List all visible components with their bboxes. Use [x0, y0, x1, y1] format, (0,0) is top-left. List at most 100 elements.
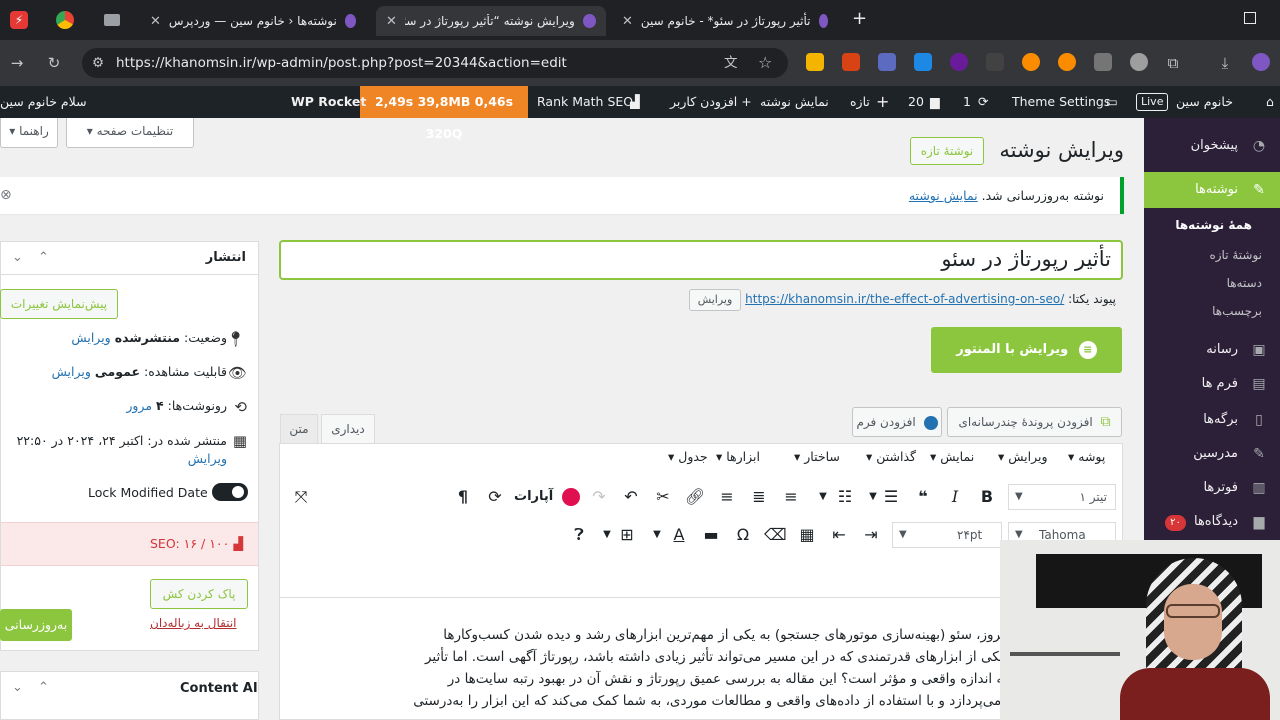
special-character-icon[interactable]: Ω: [732, 524, 754, 546]
extension-icon[interactable]: [878, 53, 896, 71]
sidebar-subitem-tags[interactable]: برچسب‌ها: [1144, 304, 1280, 318]
indent-icon[interactable]: ⇥: [860, 524, 882, 546]
sidebar-item-posts[interactable]: ✎ نوشته‌ها: [1144, 172, 1280, 208]
chevron-down-icon[interactable]: ▼: [862, 486, 884, 508]
post-title-input[interactable]: تأثیر رپورتاژ در سئو: [279, 240, 1123, 280]
forward-icon[interactable]: →: [8, 54, 26, 72]
tab-text[interactable]: متن: [280, 414, 318, 443]
content-ai-title[interactable]: Content AI: [180, 681, 258, 696]
dismiss-notice-icon[interactable]: ⊗: [0, 177, 12, 214]
add-form-button[interactable]: افزودن فرم: [852, 407, 942, 437]
redo-icon[interactable]: ↷: [588, 486, 610, 508]
profile-avatar[interactable]: [1252, 53, 1270, 71]
outdent-icon[interactable]: ⇤: [828, 524, 850, 546]
sidebar-subitem-categories[interactable]: دسته‌ها: [1144, 276, 1280, 290]
status-edit-link[interactable]: ویرایش: [71, 330, 110, 345]
editor-content[interactable]: امروز، سئو (بهینه‌سازی موتورهای جستجو) ب…: [290, 624, 1012, 720]
updates-count[interactable]: 1: [963, 86, 971, 118]
revisions-browse-link[interactable]: مرور: [126, 398, 152, 413]
extension-icon[interactable]: [950, 53, 968, 71]
menubar-item[interactable]: ویرایش ▾: [998, 449, 1048, 464]
blockquote-icon[interactable]: ❝: [912, 486, 934, 508]
extension-icon[interactable]: [842, 53, 860, 71]
paragraph-direction-icon[interactable]: ¶: [452, 486, 474, 508]
menubar-item[interactable]: ساختار ▾: [794, 449, 840, 464]
chevron-down-icon[interactable]: ⌄: [12, 680, 23, 695]
extension-icon[interactable]: [1130, 53, 1148, 71]
tab-visual[interactable]: دیداری: [321, 414, 375, 443]
wp-rocket-link[interactable]: WP Rocket: [291, 86, 366, 118]
sidebar-item-media[interactable]: ▣ رسانه: [1144, 340, 1280, 360]
close-icon[interactable]: ✕: [150, 14, 161, 29]
close-icon[interactable]: ✕: [622, 14, 633, 29]
tab-edit-post[interactable]: ویرایش نوشته “تأثیر رپورتاژ در سئو” ✕: [376, 6, 606, 36]
comments-icon[interactable]: ▆: [930, 86, 940, 118]
horizontal-line-icon[interactable]: ▬: [700, 524, 722, 546]
sidebar-item-dashboard[interactable]: ◔ پیشخوان: [1144, 136, 1280, 156]
pinned-tab-icon[interactable]: [104, 14, 120, 26]
clear-formatting-icon[interactable]: ⌫: [764, 524, 787, 546]
menubar-item[interactable]: پوشه ▾: [1068, 449, 1105, 464]
account-greeting[interactable]: سلام خانوم سین: [0, 86, 87, 118]
live-badge[interactable]: Live: [1136, 93, 1169, 111]
extension-icon[interactable]: [914, 53, 932, 71]
comments-count[interactable]: 20: [908, 86, 924, 118]
tab-posts[interactable]: نوشته‌ها ‹ خانوم سین — وردپرس ✕: [140, 6, 366, 36]
chevron-down-icon[interactable]: ▼: [812, 486, 834, 508]
refresh-icon[interactable]: ⟳: [484, 486, 506, 508]
purge-cache-button[interactable]: پاک کردن کش: [150, 579, 248, 609]
font-size-select[interactable]: ۲۴pt ▼: [892, 522, 1002, 548]
close-icon[interactable]: ✕: [386, 14, 397, 29]
new-tab-button[interactable]: +: [852, 8, 867, 29]
update-button[interactable]: به‌روزرسانی: [0, 609, 72, 641]
menubar-item[interactable]: گذاشتن ▾: [866, 449, 916, 464]
sidebar-item-footers[interactable]: ▥ فوترها: [1144, 478, 1280, 498]
elementor-button[interactable]: ≡ ویرایش با المنتور: [931, 327, 1122, 373]
sidebar-subitem-all-posts[interactable]: همهٔ نوشته‌ها: [1144, 218, 1280, 232]
sidebar-item-pages[interactable]: ▯ برگه‌ها: [1144, 410, 1280, 430]
sidebar-item-forms[interactable]: ▤ فرم ها: [1144, 374, 1280, 394]
translate-icon[interactable]: 文: [724, 48, 738, 78]
align-left-icon[interactable]: ≡: [716, 486, 738, 508]
home-icon[interactable]: ⌂: [1266, 86, 1274, 118]
add-user-link[interactable]: + افزودن کاربر: [670, 86, 752, 118]
menubar-item[interactable]: ابزارها ▾: [716, 449, 760, 464]
table-icon[interactable]: ⊞: [616, 524, 638, 546]
site-name-link[interactable]: خانوم سین: [1176, 86, 1233, 118]
help-button[interactable]: راهنما ▾: [0, 118, 58, 148]
extension-icon[interactable]: [986, 53, 1004, 71]
italic-icon[interactable]: I: [944, 486, 966, 508]
menubar-item[interactable]: نمایش ▾: [930, 449, 974, 464]
move-to-trash-link[interactable]: انتقال به زباله‌دان: [150, 616, 237, 630]
visibility-edit-link[interactable]: ویرایش: [52, 364, 91, 379]
paragraph-format-select[interactable]: تیتر ۱ ▼: [1008, 484, 1116, 510]
fullscreen-icon[interactable]: ⤧: [290, 486, 312, 508]
date-edit-link[interactable]: ویرایش: [0, 450, 227, 468]
extension-icon[interactable]: [1094, 53, 1112, 71]
help-icon[interactable]: ❓︎: [568, 524, 590, 546]
reload-icon[interactable]: ↻: [45, 54, 63, 72]
address-bar[interactable]: ⚙ https://khanomsin.ir/wp-admin/post.php…: [82, 48, 788, 78]
add-media-button[interactable]: ⧉ افزودن پروندهٔ چندرسانه‌ای: [947, 407, 1122, 437]
extension-icon[interactable]: [806, 53, 824, 71]
bookmark-star-icon[interactable]: ☆: [758, 48, 772, 78]
paste-text-icon[interactable]: ▦: [796, 524, 818, 546]
chevron-down-icon[interactable]: ⌄: [12, 250, 23, 265]
sidebar-subitem-new-post[interactable]: نوشتهٔ تازه: [1144, 248, 1280, 262]
preview-changes-button[interactable]: پیش‌نمایش تغییرات: [0, 289, 118, 319]
bold-icon[interactable]: B: [976, 486, 998, 508]
new-content-link[interactable]: تازه: [850, 86, 870, 118]
extension-icon[interactable]: [1058, 53, 1076, 71]
chevron-down-icon[interactable]: ▼: [596, 524, 618, 546]
unlink-icon[interactable]: ✂: [652, 486, 674, 508]
extensions-puzzle-icon[interactable]: ⧉: [1164, 54, 1182, 72]
chevron-up-icon[interactable]: ⌃: [38, 680, 49, 695]
download-icon[interactable]: ⤓: [1216, 54, 1234, 72]
undo-icon[interactable]: ↶: [620, 486, 642, 508]
permalink-url[interactable]: https://khanomsin.ir/the-effect-of-adver…: [745, 292, 1064, 306]
view-post-notice-link[interactable]: نمایش نوشته: [909, 188, 978, 203]
extension-icon[interactable]: [1022, 53, 1040, 71]
publish-panel-title[interactable]: انتشار: [140, 250, 246, 265]
aparat-button[interactable]: آپارات: [514, 486, 580, 508]
lock-modified-toggle[interactable]: [212, 483, 248, 501]
